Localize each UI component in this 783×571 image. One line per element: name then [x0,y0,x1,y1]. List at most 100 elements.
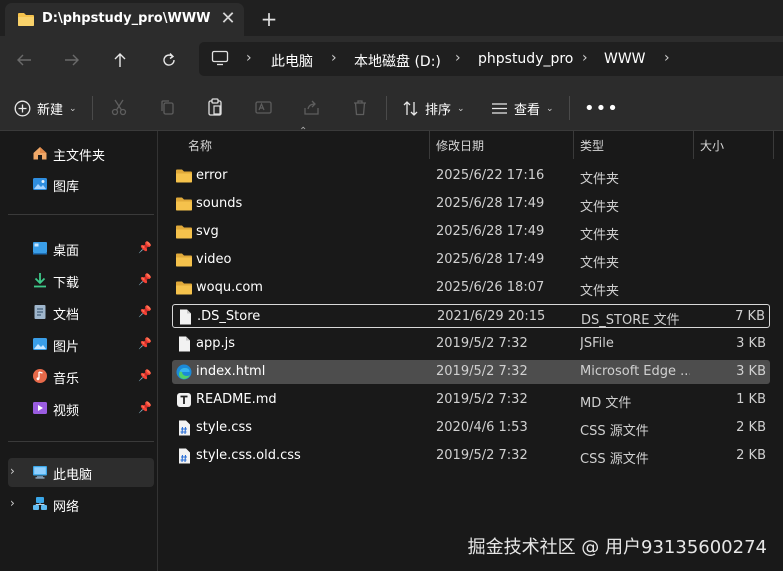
home-icon [33,147,47,160]
chevron-right-icon[interactable]: › [10,464,15,478]
refresh-icon[interactable] [155,46,183,74]
pin-icon[interactable]: 📌 [138,241,152,254]
back-icon[interactable] [10,46,38,74]
file-row[interactable]: app.js 2019/5/2 7:32 JSFile 3 KB [172,332,770,356]
file-name: README.md [196,392,277,407]
file-row[interactable]: README.md 2019/5/2 7:32 MD 文件 1 KB [172,388,770,412]
breadcrumb-phpstudy[interactable]: phpstudy_pro [478,51,573,67]
pin-icon[interactable]: 📌 [138,305,152,318]
tab-title: D:\phpstudy_pro\WWW [42,11,211,26]
sidebar-item-pictures[interactable]: 图片 📌 [8,330,154,359]
chevron-down-icon: ⌄ [546,103,554,114]
sidebar-item-network[interactable]: › 网络 [8,490,154,519]
pin-icon[interactable]: 📌 [138,401,152,414]
breadcrumb-www[interactable]: WWW [604,51,646,67]
breadcrumb-separator: › [455,50,461,66]
view-button[interactable]: 查看 ⌄ [491,99,554,118]
forward-icon[interactable] [58,46,86,74]
edge-icon [176,364,192,380]
copy-icon [161,100,174,115]
breadcrumb-drive-d[interactable]: 本地磁盘 (D:) [354,51,441,71]
file-date: 2019/5/2 7:32 [436,448,528,463]
pin-icon[interactable]: 📌 [138,337,152,350]
sidebar-divider [8,441,154,442]
sidebar-item-music[interactable]: 音乐 📌 [8,362,154,391]
up-icon[interactable] [106,46,134,74]
file-row[interactable]: video 2025/6/28 17:49 文件夹 [172,248,770,272]
sort-ascending-icon: ⌃ [299,126,308,137]
column-divider[interactable] [573,131,574,159]
sidebar-item-downloads[interactable]: 下载 📌 [8,266,154,295]
file-date: 2025/6/26 18:07 [436,280,545,295]
file-row[interactable]: woqu.com 2025/6/26 18:07 文件夹 [172,276,770,300]
sidebar-item-label: 视频 [53,404,80,419]
column-divider[interactable] [693,131,694,159]
column-header-type[interactable]: 类型 [580,137,604,154]
column-header-size[interactable]: 大小 [700,137,724,154]
file-date: 2019/5/2 7:32 [436,336,528,351]
file-row[interactable]: style.css.old.css 2019/5/2 7:32 CSS 源文件 … [172,444,770,468]
file-size: 2 KB [736,420,766,435]
download-icon [34,273,46,288]
pin-icon[interactable]: 📌 [138,369,152,382]
file-row[interactable]: error 2025/6/22 17:16 文件夹 [172,164,770,188]
documents-icon [34,305,46,319]
column-divider[interactable] [429,131,430,159]
new-tab-icon[interactable]: + [257,7,281,31]
chevron-right-icon[interactable]: › [10,496,15,510]
sidebar-item-gallery[interactable]: 图库 [8,170,154,199]
folder-icon [176,281,192,295]
breadcrumb-this-pc[interactable]: 此电脑 [271,51,313,71]
sidebar-item-label: 此电脑 [53,468,93,483]
column-divider[interactable] [773,131,774,159]
paste-icon [208,98,222,116]
sidebar-item-this-pc[interactable]: › 此电脑 [8,458,154,487]
file-type: 文件夹 [580,200,620,215]
close-tab-icon[interactable]: ✕ [217,8,239,30]
file-row[interactable]: svg 2025/6/28 17:49 文件夹 [172,220,770,244]
breadcrumb-separator[interactable]: › [664,50,670,66]
column-header-name[interactable]: 名称 [188,137,212,154]
desktop-icon [33,242,47,255]
sort-label: 排序 [425,103,452,118]
network-icon [33,497,47,510]
file-type: CSS 源文件 [580,452,649,467]
pane-splitter[interactable] [157,131,158,571]
rename-icon [255,101,272,114]
share-icon [304,100,319,115]
sidebar-item-label: 桌面 [53,244,80,259]
new-button[interactable]: 新建 ⌄ [14,99,77,118]
file-date: 2019/5/2 7:32 [436,392,528,407]
folder-icon [18,13,34,26]
file-size: 3 KB [736,364,766,379]
cut-button[interactable] [111,99,127,116]
sidebar-item-documents[interactable]: 文档 📌 [8,298,154,327]
copy-button[interactable] [159,99,175,116]
add-icon [14,100,31,117]
file-row[interactable]: sounds 2025/6/28 17:49 文件夹 [172,192,770,216]
file-icon [179,336,190,352]
more-options-button[interactable]: ••• [584,98,619,119]
file-row[interactable]: style.css 2020/4/6 1:53 CSS 源文件 2 KB [172,416,770,440]
delete-button[interactable] [352,99,368,116]
file-name: .DS_Store [197,309,261,324]
breadcrumb-separator: › [246,50,252,66]
file-type: 文件夹 [580,172,620,187]
sort-button[interactable]: 排序 ⌄ [402,99,465,118]
css-file-icon [179,448,190,464]
sidebar-divider [8,214,154,215]
pin-icon[interactable]: 📌 [138,273,152,286]
column-header-date[interactable]: 修改日期 [436,137,484,154]
sidebar-item-label: 图库 [53,180,80,195]
file-row[interactable]: .DS_Store 2021/6/29 20:15 DS_STORE 文件 7 … [172,304,770,328]
file-row[interactable]: index.html 2019/5/2 7:32 Microsoft Edge … [172,360,770,384]
file-name: app.js [196,336,235,351]
share-button[interactable] [303,99,320,116]
paste-button[interactable] [207,98,223,116]
view-label: 查看 [514,103,541,118]
sidebar-item-videos[interactable]: 视频 📌 [8,394,154,423]
rename-button[interactable] [255,99,272,116]
sidebar-item-home[interactable]: 主文件夹 [8,139,154,168]
sidebar-item-desktop[interactable]: 桌面 📌 [8,234,154,263]
active-tab[interactable]: D:\phpstudy_pro\WWW ✕ [5,3,244,36]
